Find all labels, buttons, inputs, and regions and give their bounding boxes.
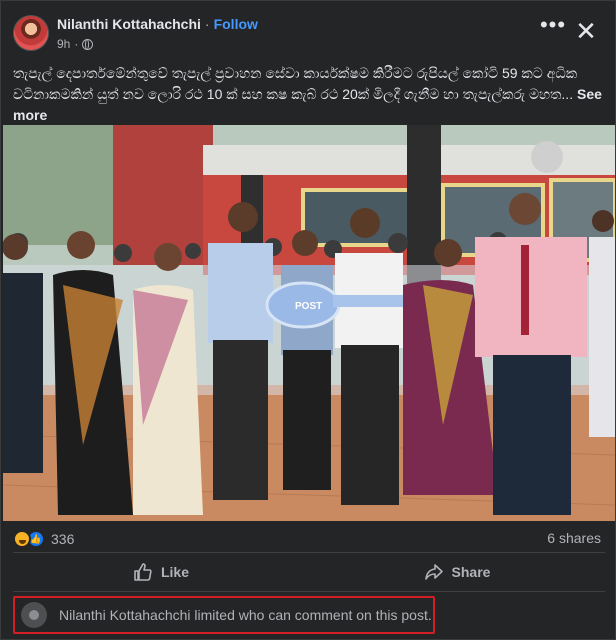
globe-icon — [82, 38, 94, 50]
divider — [13, 552, 605, 553]
share-label: Share — [451, 564, 491, 580]
post-header: Nilanthi Kottahachchi · Follow 9h · ••• ✕ — [1, 1, 616, 59]
user-avatar-icon — [21, 602, 47, 628]
like-button[interactable]: Like — [13, 555, 309, 589]
divider — [13, 591, 605, 592]
post-text: තැපැල් දෙපාර්තමේන්තුවේ තැපැල් ප්‍රවාහන ස… — [13, 63, 605, 126]
share-button[interactable]: Share — [309, 555, 605, 589]
comment-restriction-notice: Nilanthi Kottahachchi limited who can co… — [13, 596, 435, 634]
separator-dot: · — [204, 16, 210, 32]
reaction-summary[interactable]: 👍 336 — [13, 529, 74, 549]
separator-dot: · — [74, 37, 79, 51]
post-card: Nilanthi Kottahachchi · Follow 9h · ••• ✕ … — [0, 0, 616, 640]
reaction-count[interactable]: 336 — [51, 531, 74, 547]
close-icon[interactable]: ✕ — [573, 18, 599, 45]
post-body: තැපැල් දෙපාර්තමේන්තුවේ තැපැල් ප්‍රවාහන ස… — [13, 65, 578, 102]
follow-button[interactable]: Follow — [214, 16, 258, 32]
key-label: POST — [295, 301, 322, 312]
shares-count[interactable]: 6 shares — [547, 530, 601, 546]
comment-restriction-text: Nilanthi Kottahachchi limited who can co… — [59, 607, 432, 623]
like-label: Like — [160, 564, 189, 580]
author-avatar[interactable] — [13, 15, 49, 51]
more-horizontal-icon[interactable]: ••• — [538, 14, 568, 43]
author-name[interactable]: Nilanthi Kottahachchi — [57, 16, 201, 32]
author-row: Nilanthi Kottahachchi · Follow — [57, 16, 258, 32]
reaction-icons: 👍 — [13, 530, 45, 548]
share-icon — [424, 564, 443, 580]
haha-icon — [13, 530, 31, 548]
thumbs-up-icon — [134, 563, 152, 581]
action-bar: Like Share — [13, 555, 605, 589]
photo-illustration: POST — [3, 125, 615, 521]
post-meta: 9h · — [57, 37, 94, 51]
post-time[interactable]: 9h — [57, 37, 70, 51]
post-photo[interactable]: POST — [3, 125, 615, 521]
